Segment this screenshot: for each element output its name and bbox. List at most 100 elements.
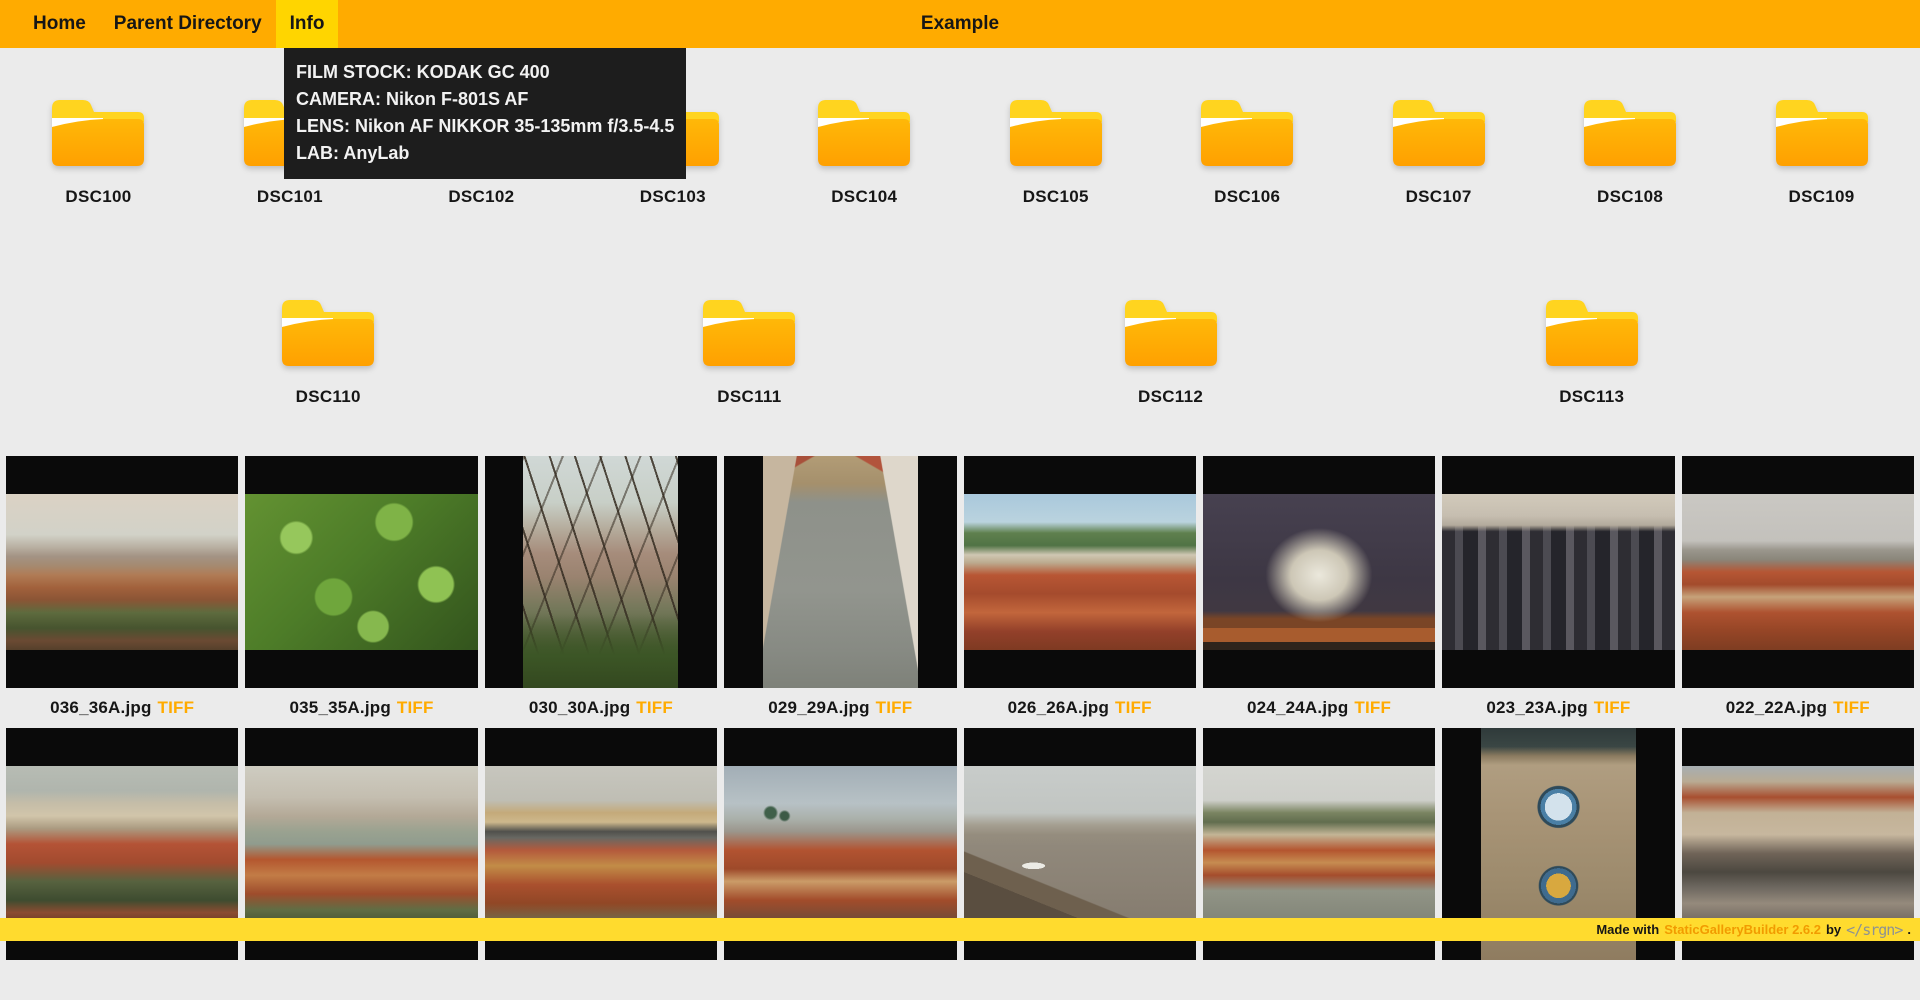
srgn-logo[interactable]: </srgn>: [1846, 921, 1903, 939]
folder-label: DSC112: [1138, 387, 1204, 406]
photo: [762, 456, 918, 688]
tiff-link[interactable]: TIFF: [1594, 698, 1631, 718]
folder-icon: [282, 300, 375, 366]
photo: [6, 766, 239, 922]
folder-label: DSC103: [639, 187, 706, 206]
photo: [724, 766, 957, 922]
photo: [963, 494, 1196, 650]
folder-item[interactable]: DSC100: [5, 95, 191, 207]
tooltip-line-camera: CAMERA: Nikon F-801S AF: [296, 89, 529, 109]
folder-icon: [1775, 100, 1868, 166]
image-label: [1203, 960, 1435, 1000]
image-cell: [484, 728, 718, 1000]
image-cell: 023_23A.jpg TIFF: [1442, 456, 1675, 728]
image-label: 023_23A.jpg TIFF: [1442, 688, 1674, 728]
folder-icon: [1584, 100, 1677, 166]
folder-item[interactable]: DSC105: [963, 95, 1149, 207]
tiff-link[interactable]: TIFF: [397, 698, 434, 718]
folder-item[interactable]: DSC109: [1729, 95, 1915, 207]
photo: [1681, 494, 1914, 650]
thumbnail[interactable]: [1681, 456, 1914, 688]
folder-item[interactable]: DSC108: [1537, 95, 1723, 207]
folder-label: DSC110: [295, 387, 361, 406]
image-label: [1682, 960, 1914, 1000]
image-cell: [245, 728, 478, 1000]
image-label: 036_36A.jpg TIFF: [6, 688, 238, 728]
image-cell: 024_24A.jpg TIFF: [1202, 456, 1436, 728]
image-label: [1442, 960, 1674, 1000]
tiff-link[interactable]: TIFF: [876, 698, 913, 718]
image-cell: 036_36A.jpg TIFF: [6, 456, 239, 728]
image-cell: [1681, 728, 1914, 1000]
tiff-link[interactable]: TIFF: [636, 698, 673, 718]
photo: [6, 494, 239, 650]
nav-link-info[interactable]: Info: [275, 0, 339, 48]
folder-item[interactable]: DSC111: [656, 295, 842, 407]
image-filename: 035_35A.jpg: [289, 698, 391, 717]
image-filename: 022_22A.jpg: [1725, 698, 1828, 717]
folder-icon: [1545, 300, 1638, 366]
folder-item[interactable]: DSC113: [1499, 295, 1685, 407]
image-cell: [963, 728, 1196, 1000]
image-filename: 024_24A.jpg: [1247, 698, 1349, 717]
footer-period: .: [1907, 922, 1911, 937]
tiff-link[interactable]: TIFF: [1115, 698, 1152, 718]
folder-icon: [1201, 100, 1294, 166]
image-filename: 030_30A.jpg: [528, 698, 631, 717]
folder-label: DSC100: [65, 187, 132, 206]
folder-label: DSC108: [1597, 187, 1664, 206]
footer-made-with: Made with: [1596, 922, 1660, 937]
image-cell: [6, 728, 239, 1000]
image-cell: [1202, 728, 1436, 1000]
thumbnail[interactable]: [1442, 456, 1675, 688]
image-label: 026_26A.jpg TIFF: [964, 688, 1196, 728]
photo: [1442, 494, 1675, 650]
folder-item[interactable]: DSC110: [235, 295, 421, 407]
tooltip-line-film-stock: FILM STOCK: KODAK GC 400: [296, 62, 550, 82]
folder-icon: [1124, 300, 1217, 366]
folder-icon: [818, 100, 911, 166]
image-cell: 030_30A.jpg TIFF: [484, 456, 718, 728]
nav-link-parent-directory[interactable]: Parent Directory: [100, 0, 276, 48]
folder-label: DSC101: [256, 187, 323, 206]
gallery-main: DSC100 DSC101 DSC102 DSC103 DSC104 DSC10…: [0, 48, 1920, 1000]
folder-label: DSC107: [1405, 187, 1472, 206]
info-tooltip: FILM STOCK: KODAK GC 400 CAMERA: Nikon F…: [284, 48, 687, 179]
thumbnail[interactable]: [963, 456, 1196, 688]
folder-icon: [1009, 100, 1102, 166]
tiff-link[interactable]: TIFF: [158, 698, 195, 718]
image-label: [485, 960, 717, 1000]
thumbnail[interactable]: [724, 456, 957, 688]
folder-label: DSC109: [1788, 187, 1855, 206]
image-label: 030_30A.jpg TIFF: [485, 688, 717, 728]
folder-item[interactable]: DSC112: [1078, 295, 1264, 407]
footer-by: by: [1825, 922, 1842, 937]
thumbnail[interactable]: [1202, 456, 1436, 688]
folder-label: DSC113: [1559, 387, 1625, 406]
folder-label: DSC105: [1022, 187, 1089, 206]
image-label: 035_35A.jpg TIFF: [245, 688, 477, 728]
photo: [1202, 766, 1436, 922]
footer-bar: Made with StaticGalleryBuilder 2.6.2 by …: [0, 918, 1920, 941]
nav-link-home[interactable]: Home: [19, 0, 100, 48]
footer-builder-link[interactable]: StaticGalleryBuilder 2.6.2: [1664, 922, 1821, 937]
thumbnail[interactable]: [484, 456, 718, 688]
image-cell: 029_29A.jpg TIFF: [724, 456, 957, 728]
image-cell: [1442, 728, 1675, 1000]
thumbnail[interactable]: [245, 456, 478, 688]
image-filename: 029_29A.jpg: [768, 698, 870, 717]
image-label: [6, 960, 238, 1000]
image-label: [964, 960, 1196, 1000]
image-filename: 023_23A.jpg: [1486, 698, 1588, 717]
tiff-link[interactable]: TIFF: [1354, 698, 1391, 718]
top-nav: Home Parent Directory Info Example: [0, 0, 1920, 48]
tiff-link[interactable]: TIFF: [1833, 698, 1870, 718]
image-label: [724, 960, 956, 1000]
folder-item[interactable]: DSC104: [771, 95, 957, 207]
thumbnail[interactable]: [6, 456, 239, 688]
folder-item[interactable]: DSC107: [1346, 95, 1532, 207]
folder-item[interactable]: DSC106: [1154, 95, 1340, 207]
folder-label: DSC102: [448, 187, 515, 206]
image-cell: 026_26A.jpg TIFF: [963, 456, 1196, 728]
photo: [245, 766, 478, 922]
